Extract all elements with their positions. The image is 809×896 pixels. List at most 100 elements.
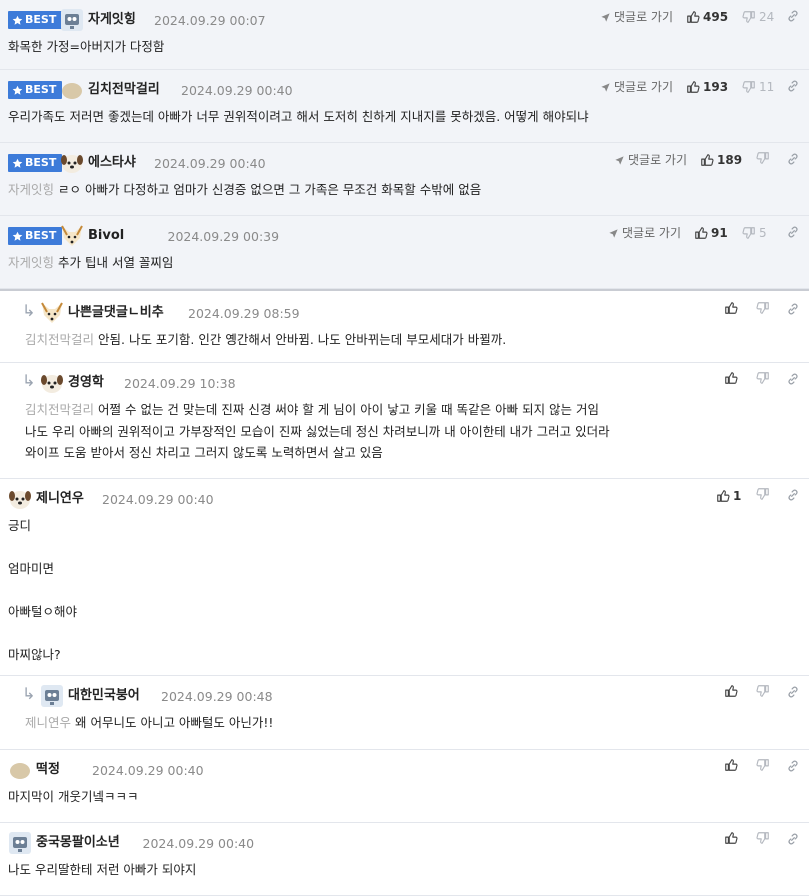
comment-header: BEST 김치전막걸리 2024.09.29 00:40 11 193 댓글로 가기	[0, 78, 809, 102]
comment-header: ↳ 대한민국붕어 2024.09.29 00:48	[0, 684, 809, 708]
robot-avatar-icon[interactable]	[8, 831, 32, 855]
best-badge: BEST	[8, 154, 63, 172]
nickname[interactable]: 나쁜글댓글ㄴ비추	[68, 304, 164, 322]
dislike-button[interactable]: 5	[742, 224, 767, 242]
share-link-icon[interactable]	[786, 832, 800, 846]
share-link-icon[interactable]	[786, 759, 800, 773]
dog-avatar-icon[interactable]	[40, 371, 64, 395]
like-count: 91	[711, 226, 728, 240]
like-button[interactable]	[724, 301, 738, 315]
dislike-button[interactable]	[756, 831, 770, 845]
mention-link[interactable]: 김치전막걸리	[25, 402, 94, 417]
comment-date: 2024.09.29 00:07	[154, 13, 266, 28]
comment-text: ㄹㅇ 아빠가 다정하고 엄마가 신경증 없으면 그 가족은 무조건 화목할 수밖…	[58, 182, 482, 197]
robot-avatar-icon[interactable]	[40, 684, 64, 708]
dot-avatar-icon[interactable]	[8, 758, 32, 782]
comment: 떡정 2024.09.29 00:40 마지막이 개웃기넼ㅋㅋㅋ	[0, 750, 809, 823]
comment-line: 김치전막걸리 안됨. 나도 포기함. 인간 옝간해서 안바뀜. 나도 안바뀌는데 …	[25, 329, 789, 351]
like-button[interactable]: 189	[700, 151, 742, 169]
like-button[interactable]	[724, 371, 738, 385]
reply-arrow-icon: ↳	[22, 684, 36, 703]
fox-avatar-icon[interactable]	[60, 224, 84, 248]
nickname[interactable]: 자게잇힝	[88, 11, 136, 29]
dislike-button[interactable]	[756, 301, 770, 315]
comment-body: 김치전막걸리 어쩔 수 없는 건 맞는데 진짜 신경 써야 할 게 님이 아이 낳…	[25, 399, 789, 464]
comment-line	[8, 623, 789, 645]
go-to-reply-link[interactable]: 댓글로 가기	[608, 224, 681, 242]
go-to-reply-label: 댓글로 가기	[622, 226, 682, 240]
fox-avatar-icon[interactable]	[40, 301, 64, 325]
comment-text: 마찌않나?	[8, 647, 61, 662]
go-to-reply-link[interactable]: 댓글로 가기	[600, 78, 673, 96]
comment-header: BEST 자게잇힝 2024.09.29 00:07 24 495 댓글로 가기	[0, 8, 809, 32]
comment-body: 긍디 엄마미면 아빠털ㅇ해야 마찌않나?	[8, 515, 789, 666]
dislike-button[interactable]: 24	[742, 8, 774, 26]
like-button[interactable]: 495	[686, 8, 728, 26]
nickname[interactable]: 제니연우	[36, 490, 84, 508]
dog-avatar-icon[interactable]	[8, 487, 32, 511]
share-link-icon[interactable]	[786, 225, 800, 239]
comment-line: 와이프 도움 받아서 정신 차리고 그러지 않도록 노력하면서 살고 있음	[25, 442, 789, 464]
share-link-icon[interactable]	[786, 685, 800, 699]
best-label: BEST	[25, 13, 57, 26]
share-link-icon[interactable]	[786, 152, 800, 166]
nickname[interactable]: 중국몽팔이소년	[36, 834, 120, 852]
dog-avatar-icon[interactable]	[60, 151, 84, 175]
dislike-button[interactable]	[756, 684, 770, 698]
comment-line: 나도 우리 아빠의 권위적이고 가부장적인 모습이 진짜 싫었는데 정신 차려보…	[25, 421, 789, 443]
mention-link[interactable]: 김치전막걸리	[25, 332, 94, 347]
like-button[interactable]	[724, 831, 738, 845]
comment-text: 왜 어무니도 아니고 아빠털도 아닌가!!	[75, 715, 274, 730]
dislike-button[interactable]	[756, 487, 770, 501]
best-comment: BEST 에스타샤 2024.09.29 00:40 189 댓글로 가기 자게잇힝 ㄹㅇ …	[0, 143, 809, 216]
best-label: BEST	[25, 83, 57, 96]
like-count: 193	[703, 80, 729, 94]
dot-avatar-icon[interactable]	[60, 78, 84, 102]
share-link-icon[interactable]	[786, 79, 800, 93]
go-to-reply-link[interactable]: 댓글로 가기	[614, 151, 687, 169]
dislike-button[interactable]: 11	[742, 78, 774, 96]
mention-link[interactable]: 제니연우	[25, 715, 71, 730]
comment-line: 우리가족도 저러면 좋겠는데 아빠가 너무 권위적이려고 해서 도저히 친하게 …	[8, 106, 789, 128]
comment-body: 나도 우리딸한테 저런 아빠가 되야지	[8, 859, 789, 881]
comment: 제니연우 2024.09.29 00:40 1 긍디 엄마미면 아빠털ㅇ해야 마찌않나?	[0, 479, 809, 676]
comment-text: 안됨. 나도 포기함. 인간 옝간해서 안바뀜. 나도 안바뀌는데 부모세대가 …	[98, 332, 507, 347]
like-button[interactable]: 91	[694, 224, 728, 242]
like-button[interactable]	[724, 684, 738, 698]
comment-line: 나도 우리딸한테 저런 아빠가 되야지	[8, 859, 789, 881]
comment-line: 화목한 가정=아버지가 다정함	[8, 36, 789, 58]
dislike-button[interactable]	[756, 151, 770, 165]
nickname[interactable]: 에스타샤	[88, 154, 136, 172]
comment-text: 와이프 도움 받아서 정신 차리고 그러지 않도록 노력하면서 살고 있음	[25, 445, 383, 460]
like-button[interactable]: 193	[686, 78, 728, 96]
dislike-count: 11	[759, 80, 775, 94]
nickname[interactable]: Bivol	[88, 227, 124, 245]
mention-link[interactable]: 자게잇힝	[8, 255, 54, 270]
nickname[interactable]: 김치전막걸리	[88, 81, 160, 99]
nickname[interactable]: 떡정	[36, 761, 60, 779]
reply-comment: ↳ 나쁜글댓글ㄴ비추 2024.09.29 08:59 김치전막걸리 안됨. 나도 포기…	[0, 289, 809, 363]
share-link-icon[interactable]	[786, 302, 800, 316]
dislike-count: 24	[759, 10, 775, 24]
nickname[interactable]: 경영학	[68, 374, 104, 392]
dislike-button[interactable]	[756, 371, 770, 385]
share-link-icon[interactable]	[786, 372, 800, 386]
comment-header: ↳ 경영학 2024.09.29 10:38	[0, 371, 809, 395]
share-link-icon[interactable]	[786, 9, 800, 23]
like-button[interactable]	[724, 758, 738, 772]
comment-line	[8, 537, 789, 559]
dislike-button[interactable]	[756, 758, 770, 772]
reply-comment: ↳ 경영학 2024.09.29 10:38 김치전막걸리 어쩔 수 없는 건 맞는데 …	[0, 363, 809, 479]
comment-line: 마찌않나?	[8, 644, 789, 666]
share-link-icon[interactable]	[786, 488, 800, 502]
robot-avatar-icon[interactable]	[60, 8, 84, 32]
comment-line	[8, 580, 789, 602]
like-button[interactable]: 1	[716, 487, 741, 505]
go-to-reply-link[interactable]: 댓글로 가기	[600, 8, 673, 26]
comment-body: 화목한 가정=아버지가 다정함	[8, 36, 789, 58]
comment-line: 엄마미면	[8, 558, 789, 580]
mention-link[interactable]: 자게잇힝	[8, 182, 54, 197]
nickname[interactable]: 대한민국붕어	[68, 687, 140, 705]
best-comment: BEST 자게잇힝 2024.09.29 00:07 24 495 댓글로 가기화목한 가…	[0, 0, 809, 70]
go-to-reply-label: 댓글로 가기	[614, 10, 674, 24]
